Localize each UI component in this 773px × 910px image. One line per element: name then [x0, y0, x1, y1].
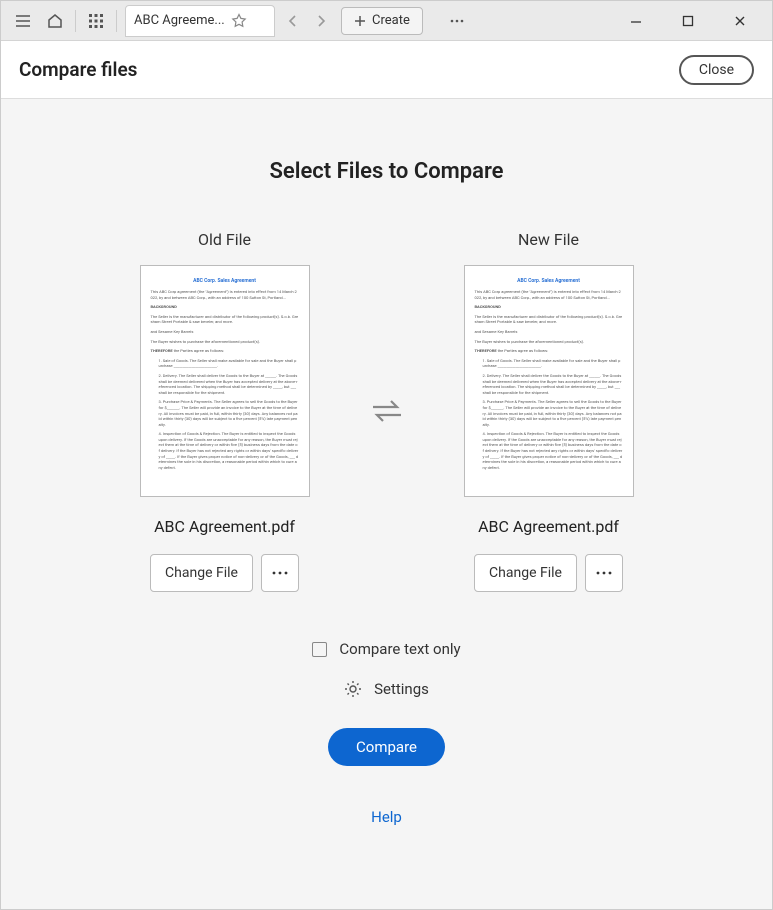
help-link[interactable]: Help — [41, 808, 732, 826]
window-controls — [618, 5, 766, 37]
new-file-name: ABC Agreement.pdf — [439, 517, 659, 536]
close-window-button[interactable] — [722, 5, 758, 37]
maximize-button[interactable] — [670, 5, 706, 37]
new-file-column: New File ABC Corp. Sales Agreement This … — [439, 230, 659, 592]
new-file-more-button[interactable] — [585, 554, 623, 592]
overflow-menu-icon[interactable] — [441, 5, 473, 37]
titlebar: ABC Agreeme... Create — [1, 1, 772, 41]
compare-text-only-option[interactable]: Compare text only — [312, 640, 460, 658]
old-file-thumbnail[interactable]: ABC Corp. Sales Agreement This ABC Corp … — [140, 265, 310, 497]
star-icon[interactable] — [231, 13, 247, 29]
new-file-thumbnail[interactable]: ABC Corp. Sales Agreement This ABC Corp … — [464, 265, 634, 497]
checkbox-icon[interactable] — [312, 642, 327, 657]
close-button[interactable]: Close — [679, 55, 754, 85]
header-bar: Compare files Close — [1, 41, 772, 99]
plus-icon — [354, 15, 366, 27]
swap-files-icon[interactable] — [367, 396, 407, 426]
new-change-file-button[interactable]: Change File — [474, 554, 577, 592]
tab-label: ABC Agreeme... — [134, 13, 225, 28]
apps-icon[interactable] — [80, 5, 112, 37]
old-file-name: ABC Agreement.pdf — [115, 517, 335, 536]
settings-option[interactable]: Settings — [344, 680, 429, 698]
thumb-title: ABC Corp. Sales Agreement — [151, 278, 299, 285]
compare-text-only-label: Compare text only — [339, 640, 460, 658]
old-file-more-button[interactable] — [261, 554, 299, 592]
main-title: Select Files to Compare — [41, 159, 732, 184]
old-file-label: Old File — [115, 230, 335, 249]
nav-back-icon[interactable] — [279, 7, 307, 35]
create-button[interactable]: Create — [341, 7, 423, 35]
create-label: Create — [372, 13, 410, 28]
options: Compare text only Settings — [41, 640, 732, 698]
compare-button[interactable]: Compare — [328, 728, 445, 766]
separator — [116, 10, 117, 32]
home-icon[interactable] — [39, 5, 71, 37]
separator — [75, 10, 76, 32]
document-tab[interactable]: ABC Agreeme... — [125, 5, 275, 37]
new-file-label: New File — [439, 230, 659, 249]
old-change-file-button[interactable]: Change File — [150, 554, 253, 592]
settings-label: Settings — [374, 680, 429, 698]
files-row: Old File ABC Corp. Sales Agreement This … — [41, 230, 732, 592]
menu-icon[interactable] — [7, 5, 39, 37]
page-title: Compare files — [19, 58, 137, 81]
nav-forward-icon[interactable] — [307, 7, 335, 35]
minimize-button[interactable] — [618, 5, 654, 37]
old-file-column: Old File ABC Corp. Sales Agreement This … — [115, 230, 335, 592]
main-content: Select Files to Compare Old File ABC Cor… — [1, 99, 772, 856]
gear-icon — [344, 680, 362, 698]
thumb-title: ABC Corp. Sales Agreement — [475, 278, 623, 285]
